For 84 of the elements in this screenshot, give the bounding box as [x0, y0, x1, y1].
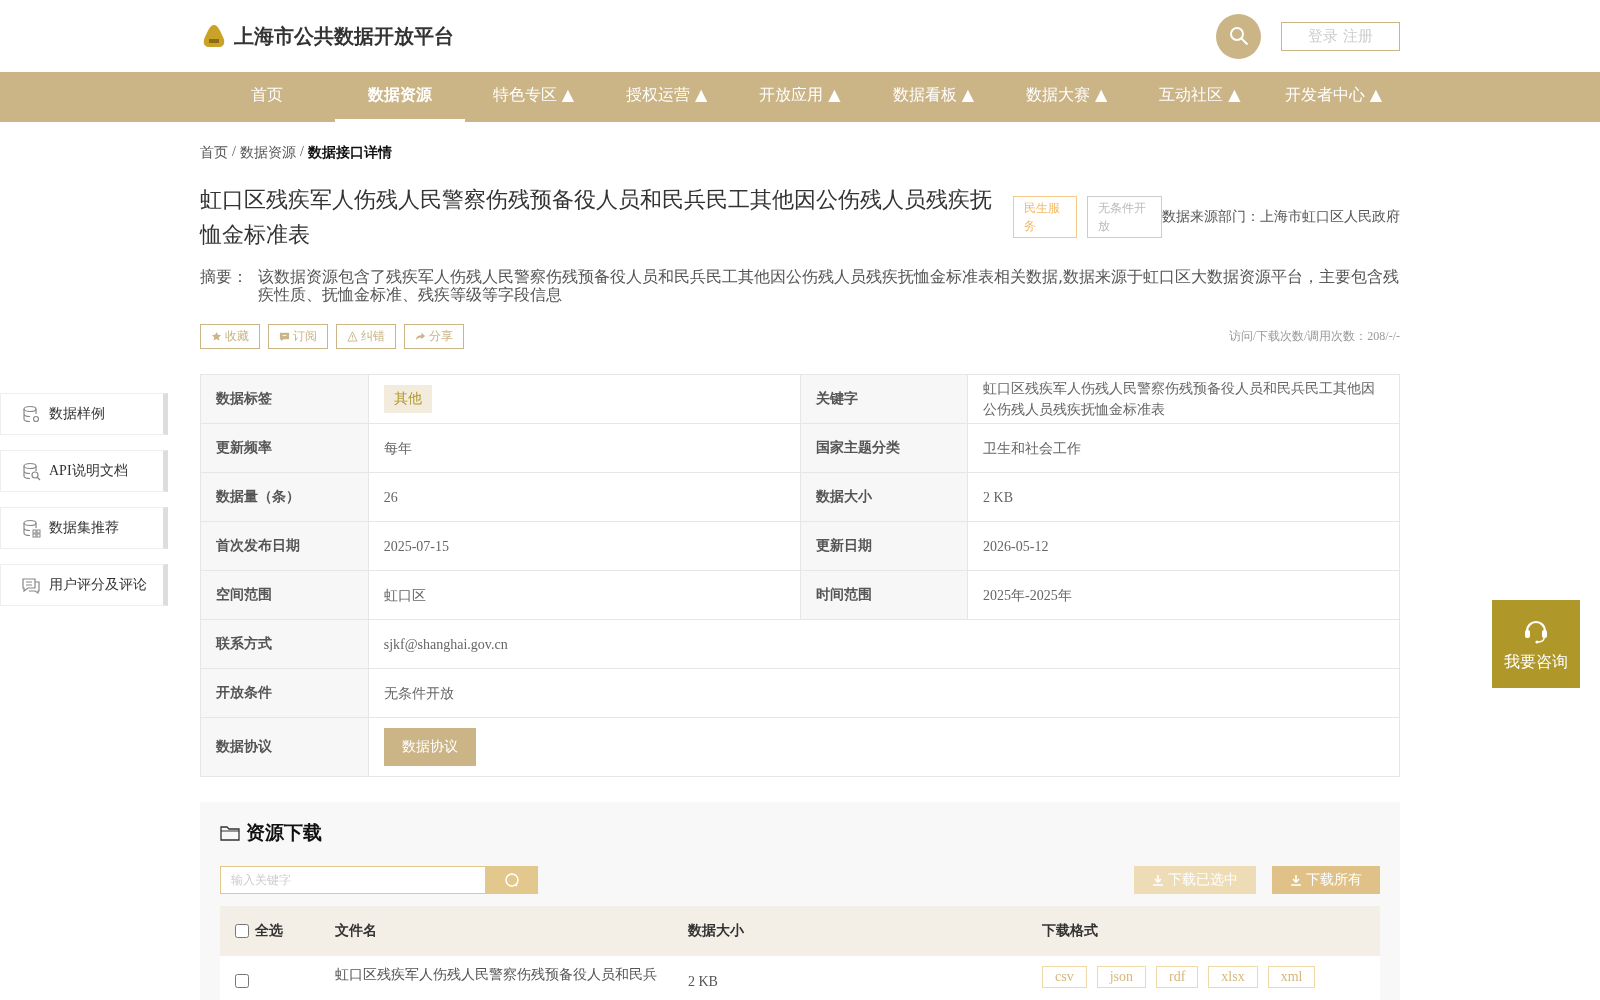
sidebar-item[interactable]: 用户评分及评论 — [0, 564, 168, 606]
field-value: 每年 — [383, 439, 413, 458]
format-button[interactable]: xml — [1267, 966, 1316, 988]
field-label: 国家主题分类 — [800, 423, 968, 473]
column-header: 文件名 — [335, 923, 377, 938]
nav-tab[interactable]: 数据大赛 ▲ — [1001, 72, 1132, 122]
nav-tab[interactable]: 首页 — [202, 72, 332, 122]
nav-tab[interactable]: 开发者中心 ▲ — [1268, 72, 1398, 122]
field-label: 首次发布日期 — [200, 521, 369, 571]
breadcrumb-link[interactable]: 首页 — [200, 144, 228, 162]
action-button[interactable]: 收藏 — [200, 324, 260, 349]
field-value: 2025年-2025年 — [983, 586, 1073, 605]
breadcrumb-separator: / — [232, 144, 236, 161]
select-all-checkbox[interactable] — [235, 924, 249, 938]
page-title: 虹口区残疾军人伤残人民警察伤残预备役人员和民兵民工其他因公伤残人员残疾抚恤金标准表 — [200, 186, 993, 249]
summary-label: 摘要： — [200, 268, 248, 288]
warning-icon — [347, 331, 358, 342]
sidebar-item[interactable]: 数据样例 — [0, 393, 168, 435]
field-label: 时间范围 — [800, 570, 968, 620]
consult-button[interactable]: 我要咨询 — [1492, 600, 1580, 688]
download-icon — [1290, 874, 1302, 886]
action-button[interactable]: 订阅 — [268, 324, 328, 349]
column-header: 数据大小 — [688, 923, 744, 938]
file-size: 2 KB — [688, 973, 719, 990]
field-label: 联系方式 — [200, 619, 369, 669]
field-value: 26 — [383, 488, 399, 507]
data-tag: 其他 — [383, 385, 432, 413]
nav-tab[interactable]: 互动社区 ▲ — [1135, 72, 1265, 122]
row-checkbox[interactable] — [235, 974, 249, 988]
field-label: 开放条件 — [200, 668, 369, 718]
folder-icon — [220, 824, 240, 842]
search-icon — [1228, 26, 1249, 46]
column-header: 全选 — [255, 922, 283, 940]
field-label: 数据协议 — [200, 717, 369, 777]
comment-icon — [21, 575, 41, 595]
nav-tab[interactable]: 数据看板 ▲ — [868, 72, 998, 122]
field-label: 关键字 — [800, 374, 968, 424]
breadcrumb-link[interactable]: 数据资源 — [239, 144, 296, 162]
summary-text: 该数据资源包含了残疾军人伤残人民警察伤残预备役人员和民兵民工其他因公伤残人员残疾抚恤金标准表相关数据,数据来源于虹口区大数据资源平台，主要包含残疾性质、抚恤金标准、残疾等级等字段信息 — [258, 268, 1400, 304]
share-icon — [415, 331, 426, 342]
nav-tab[interactable]: 开放应用 ▲ — [735, 72, 865, 122]
field-label: 数据标签 — [200, 374, 369, 424]
site-title[interactable]: 上海市公共数据开放平台 — [234, 22, 454, 50]
category-tag: 民生服务 — [1013, 196, 1077, 238]
breadcrumb-separator: / — [299, 144, 304, 161]
format-button[interactable]: csv — [1042, 966, 1087, 988]
format-button[interactable]: rdf — [1156, 966, 1199, 988]
sidebar-item[interactable]: 数据集推荐 — [0, 507, 168, 549]
field-value: 2026-05-12 — [983, 537, 1050, 556]
field-value: 2025-07-15 — [383, 537, 450, 556]
field-label: 空间范围 — [200, 570, 369, 620]
agreement-button[interactable]: 数据协议 — [383, 728, 476, 766]
star-icon — [211, 331, 222, 342]
download-icon — [1152, 874, 1164, 886]
field-value: 无条件开放 — [383, 684, 455, 703]
nav-tab[interactable]: 数据资源 — [335, 72, 465, 122]
sidebar-item[interactable]: API说明文档 — [0, 450, 168, 492]
usage-stats: 访问/下载次数/调用次数：208/-/- — [1228, 328, 1400, 345]
download-button[interactable]: 下载所有 — [1272, 866, 1380, 894]
database-grid-icon — [21, 518, 41, 538]
section-title: 资源下载 — [246, 821, 322, 845]
format-button[interactable]: xlsx — [1208, 966, 1258, 988]
field-label: 更新日期 — [800, 521, 968, 571]
column-header: 下载格式 — [1042, 923, 1098, 938]
file-name: 虹口区残疾军人伤残人民警察伤残预备役人员和民兵 — [335, 966, 658, 984]
source-department: 数据来源部门：上海市虹口区人民政府 — [1162, 208, 1400, 226]
action-button[interactable]: 分享 — [404, 324, 464, 349]
document-search-icon — [21, 461, 41, 481]
database-gear-icon — [21, 404, 41, 424]
field-value: 虹口区残疾军人伤残人民警察伤残预备役人员和民兵民工其他因公伤残人员残疾抚恤金标准表 — [983, 380, 1377, 419]
field-label: 数据大小 — [800, 472, 968, 522]
field-value: 2 KB — [983, 488, 1015, 507]
field-value: sjkf@shanghai.gov.cn — [383, 635, 509, 654]
category-tag: 无条件开放 — [1087, 196, 1162, 238]
field-label: 更新频率 — [200, 423, 369, 473]
search-icon — [504, 872, 520, 888]
message-icon — [279, 331, 290, 342]
format-button[interactable]: json — [1096, 966, 1146, 988]
nav-tab[interactable]: 特色专区 ▲ — [468, 72, 598, 122]
field-value: 卫生和社会工作 — [983, 439, 1083, 458]
field-value: 虹口区 — [383, 586, 427, 605]
action-button[interactable]: 纠错 — [336, 324, 396, 349]
nav-tab[interactable]: 授权运营 ▲ — [602, 72, 732, 122]
field-label: 数据量（条） — [200, 472, 369, 522]
